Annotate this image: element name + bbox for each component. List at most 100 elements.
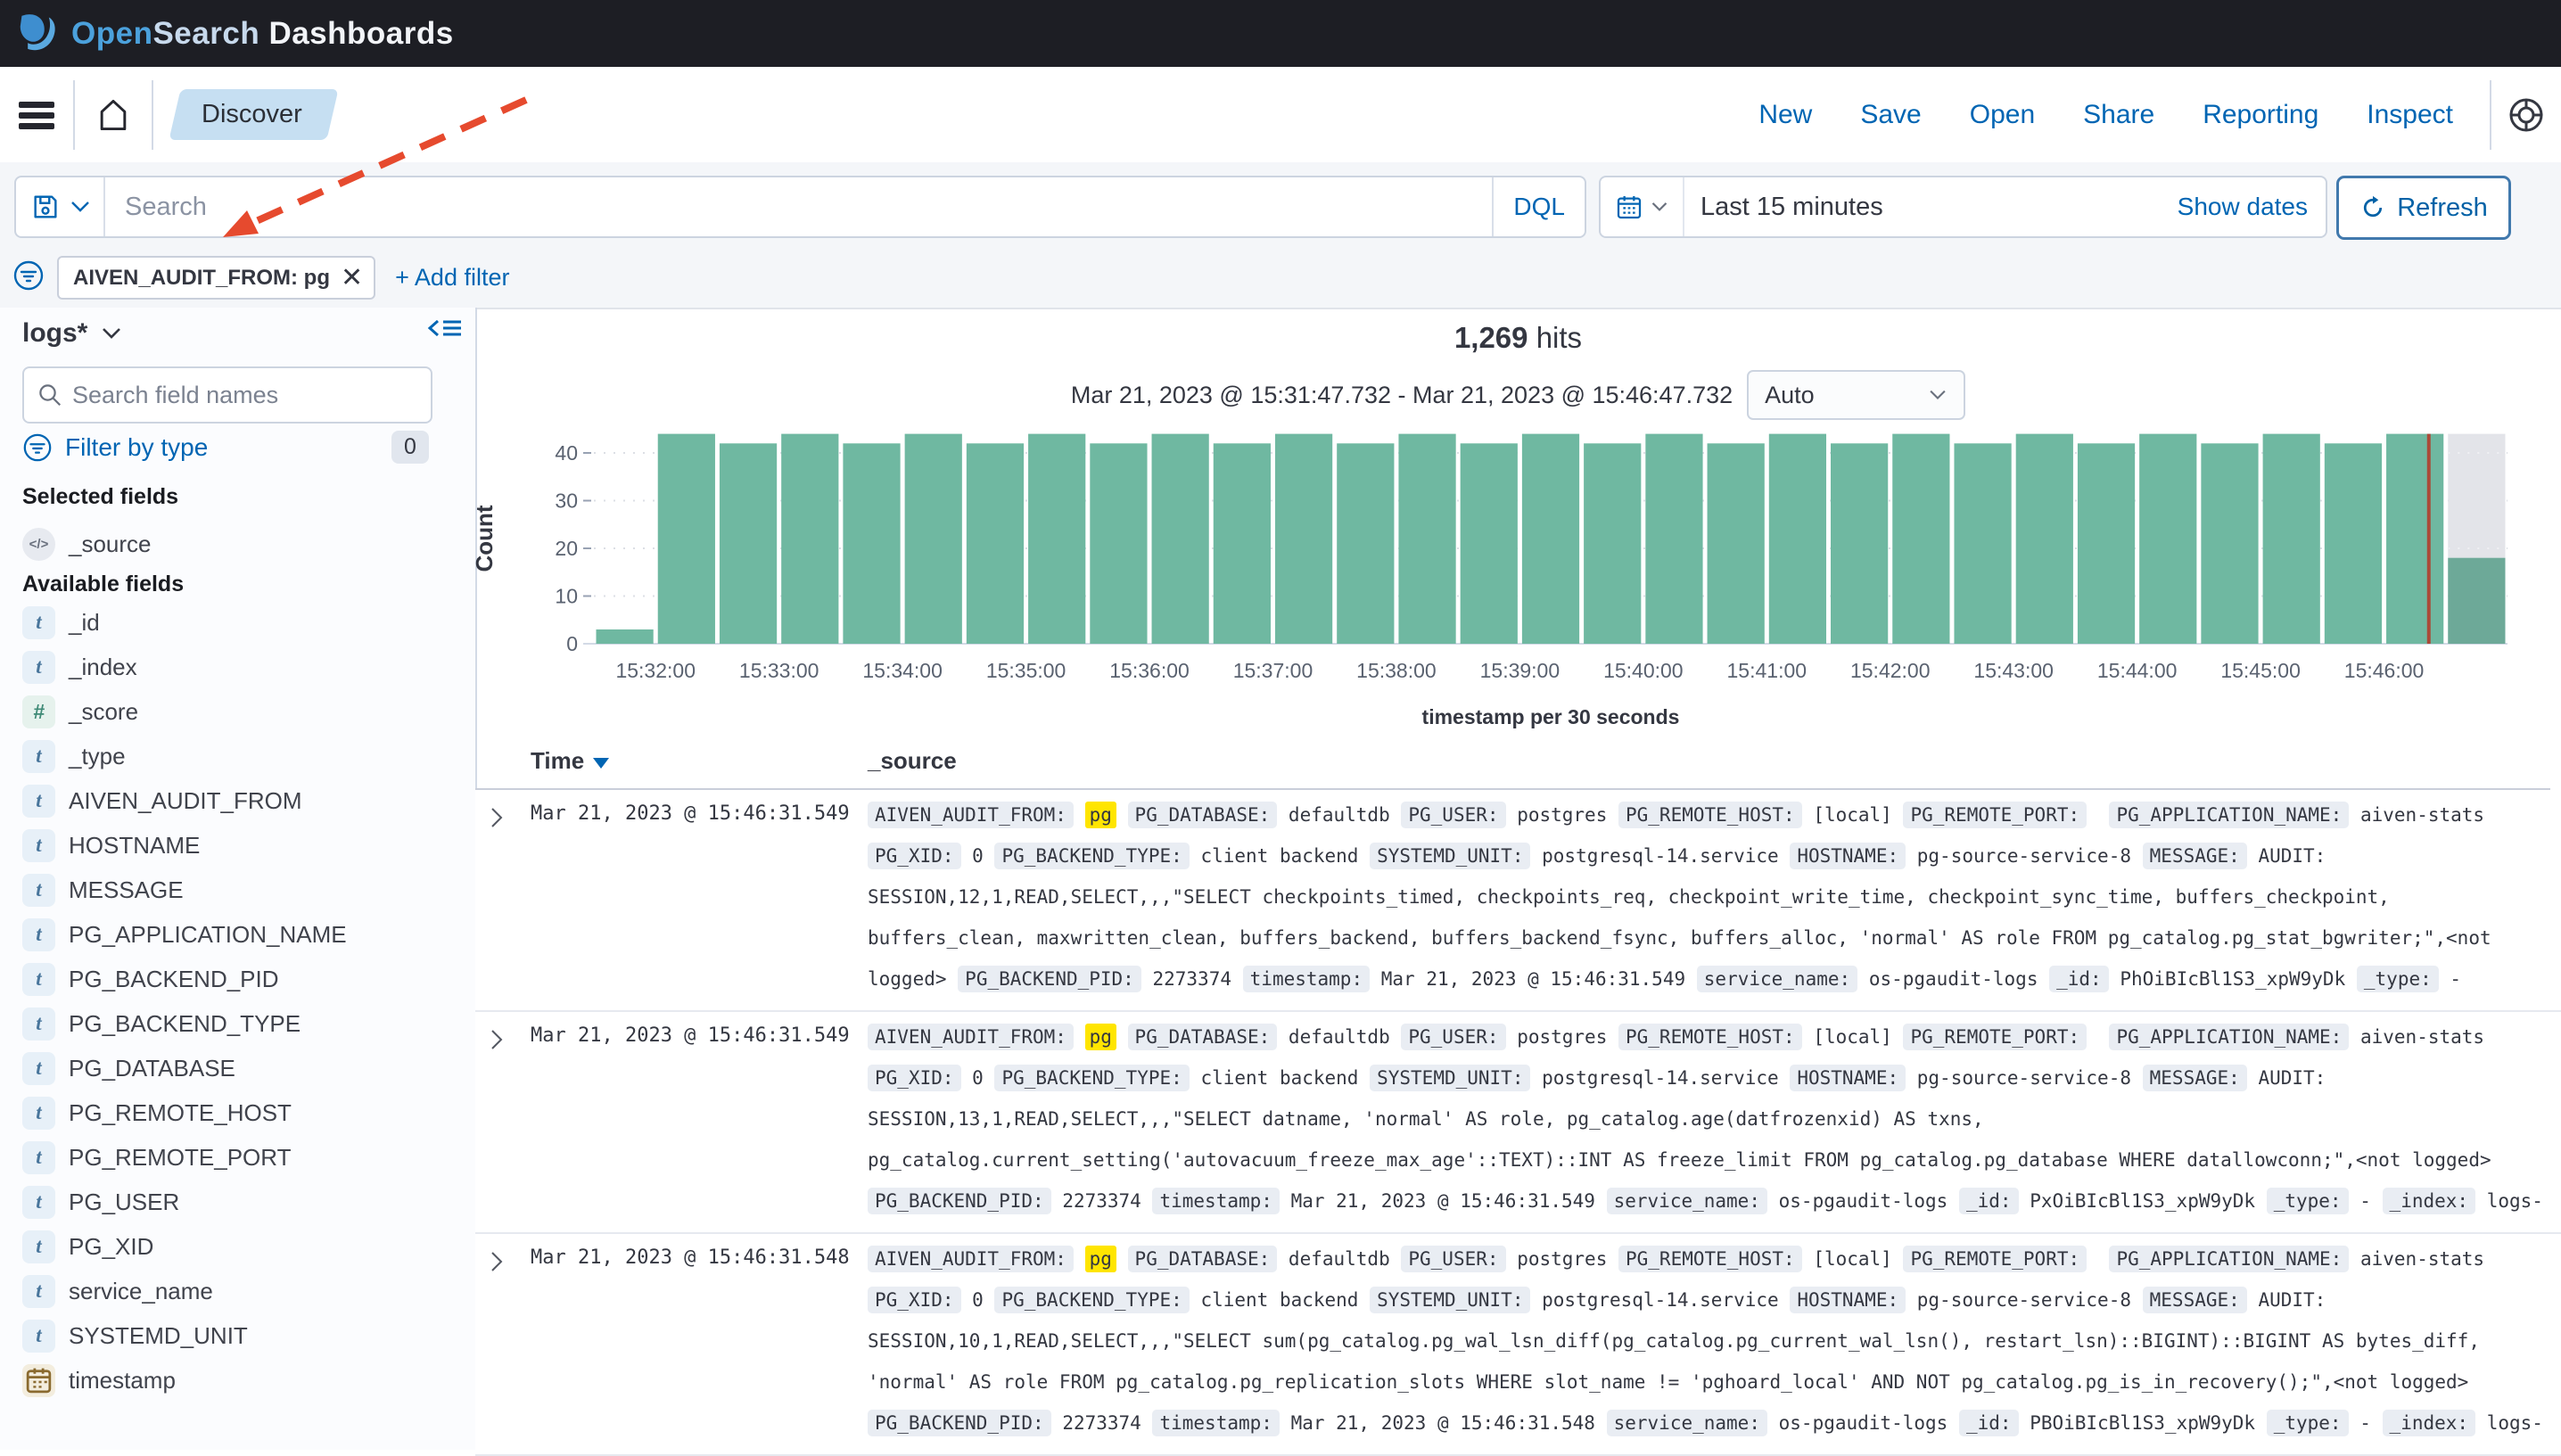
field-badge: PG_BACKEND_PID:: [868, 1410, 1051, 1436]
expand-row-icon[interactable]: [490, 1250, 504, 1278]
field-value: pg-source-service-8: [1917, 1067, 2131, 1089]
search-toolbar: DQL Last 15 minutes Show dates Refresh: [0, 162, 2561, 248]
add-filter-button[interactable]: + Add filter: [395, 264, 509, 292]
field-item-AIVEN_AUDIT_FROM[interactable]: tAIVEN_AUDIT_FROM: [0, 778, 475, 823]
field-badge: PG_APPLICATION_NAME:: [2109, 1024, 2349, 1050]
svg-text:30: 30: [555, 489, 578, 513]
nav-link-new[interactable]: New: [1758, 100, 1812, 130]
field-value: -: [2359, 1190, 2371, 1212]
histogram-bar: [2016, 434, 2073, 644]
field-name: PG_DATABASE: [69, 1055, 235, 1082]
histogram-bar: [2078, 443, 2135, 644]
field-badge: PG_BACKEND_PID:: [958, 966, 1141, 992]
nav-link-save[interactable]: Save: [1860, 100, 1921, 130]
filter-options-button[interactable]: [12, 259, 45, 296]
field-item-_score[interactable]: #_score: [0, 689, 475, 734]
show-dates-button[interactable]: Show dates: [2178, 193, 2308, 221]
table-row: Mar 21, 2023 @ 15:46:31.549AIVEN_AUDIT_F…: [475, 790, 2561, 1012]
field-name: _source: [69, 531, 152, 558]
svg-text:15:43:00: 15:43:00: [1973, 659, 2054, 682]
field-name: SYSTEMD_UNIT: [69, 1322, 248, 1350]
field-item-PG_BACKEND_PID[interactable]: tPG_BACKEND_PID: [0, 957, 475, 1001]
navbar: Discover New Save Open Share Reporting Inspec…: [0, 67, 2561, 164]
search-input[interactable]: [105, 193, 1492, 222]
interval-select[interactable]: Auto: [1747, 370, 1965, 420]
svg-text:15:36:00: 15:36:00: [1109, 659, 1190, 682]
field-item-_index[interactable]: t_index: [0, 645, 475, 689]
field-search-input[interactable]: [70, 381, 395, 410]
field-item-SYSTEMD_UNIT[interactable]: tSYSTEMD_UNIT: [0, 1313, 475, 1358]
help-button[interactable]: [2491, 96, 2561, 134]
dql-language-button[interactable]: DQL: [1494, 193, 1585, 221]
source-line: AIVEN_AUDIT_FROM: pg PG_DATABASE: defaul…: [868, 794, 2543, 835]
field-item-_id[interactable]: t_id: [0, 600, 475, 645]
string-field-icon: t: [22, 1230, 55, 1263]
histogram-bar: [2263, 434, 2320, 644]
string-field-icon: t: [22, 829, 55, 862]
field-item-PG_USER[interactable]: tPG_USER: [0, 1180, 475, 1224]
field-badge: MESSAGE:: [2143, 1065, 2247, 1091]
field-name: PG_BACKEND_PID: [69, 966, 279, 993]
svg-text:15:35:00: 15:35:00: [986, 659, 1066, 682]
field-search-box: [22, 366, 432, 424]
time-picker-calendar-button[interactable]: [1601, 177, 1684, 236]
field-item-MESSAGE[interactable]: tMESSAGE: [0, 868, 475, 912]
field-badge: timestamp:: [1152, 1410, 1279, 1436]
histogram-bar: [1769, 434, 1826, 644]
opensearch-logo-icon: [14, 10, 62, 58]
histogram-bar: [1584, 443, 1641, 644]
field-item-PG_REMOTE_HOST[interactable]: tPG_REMOTE_HOST: [0, 1090, 475, 1135]
source-line: buffers_clean, maxwritten_clean, buffers…: [868, 917, 2543, 958]
selected-fields-list: </>_source: [0, 522, 475, 566]
svg-text:15:32:00: 15:32:00: [615, 659, 696, 682]
nav-link-reporting[interactable]: Reporting: [2203, 100, 2318, 130]
collapse-sidebar-button[interactable]: [427, 313, 463, 348]
field-item-PG_XID[interactable]: t PG_XID: [0, 1224, 475, 1269]
source-line: SESSION,13,1,READ,SELECT,,,"SELECT datna…: [868, 1098, 2543, 1139]
expand-row-icon[interactable]: [490, 806, 504, 834]
field-name: PG_XID: [69, 1233, 153, 1261]
field-name: _id: [69, 609, 100, 637]
field-item-service_name[interactable]: tservice_name: [0, 1269, 475, 1313]
refresh-button[interactable]: Refresh: [2336, 176, 2511, 240]
svg-text:15:45:00: 15:45:00: [2220, 659, 2301, 682]
index-pattern-switcher[interactable]: logs*: [22, 318, 123, 349]
string-field-icon: t: [22, 1275, 55, 1308]
field-name: PG_BACKEND_TYPE: [69, 1010, 301, 1038]
field-item-_type[interactable]: t_type: [0, 734, 475, 778]
time-column-header[interactable]: Time: [531, 747, 609, 775]
remove-filter-icon[interactable]: ✕: [341, 265, 363, 292]
filter-pill[interactable]: AIVEN_AUDIT_FROM: pg ✕: [57, 256, 375, 300]
histogram-bar: [1461, 443, 1518, 644]
filter-by-type-button[interactable]: Filter by type 0: [22, 431, 429, 464]
field-item-PG_BACKEND_TYPE[interactable]: tPG_BACKEND_TYPE: [0, 1001, 475, 1046]
field-item-PG_APPLICATION_NAME[interactable]: tPG_APPLICATION_NAME: [0, 912, 475, 957]
field-item-HOSTNAME[interactable]: tHOSTNAME: [0, 823, 475, 868]
tab-discover[interactable]: Discover: [169, 89, 338, 140]
field-badge: PG_DATABASE:: [1128, 1024, 1278, 1050]
field-badge: _index:: [2383, 1410, 2476, 1436]
string-field-icon: t: [22, 918, 55, 951]
field-item-PG_DATABASE[interactable]: tPG_DATABASE: [0, 1046, 475, 1090]
menu-button[interactable]: [0, 67, 73, 162]
app-topbar: OpenSearch Dashboards: [0, 0, 2561, 67]
svg-text:15:40:00: 15:40:00: [1603, 659, 1684, 682]
field-badge: _id:: [2049, 966, 2109, 992]
field-item-_source[interactable]: </>_source: [0, 522, 475, 566]
field-value: aiven-stats: [2360, 1248, 2484, 1270]
search-icon: [37, 382, 63, 408]
field-item-timestamp[interactable]: timestamp: [0, 1358, 475, 1403]
field-item-PG_REMOTE_PORT[interactable]: tPG_REMOTE_PORT: [0, 1135, 475, 1180]
field-value: AUDIT:: [2258, 1289, 2326, 1311]
nav-link-inspect[interactable]: Inspect: [2367, 100, 2453, 130]
nav-link-open[interactable]: Open: [1970, 100, 2035, 130]
field-value: [local]: [1813, 1026, 1892, 1048]
saved-queries-button[interactable]: [16, 177, 103, 236]
nav-link-share[interactable]: Share: [2083, 100, 2154, 130]
field-badge: timestamp:: [1152, 1188, 1279, 1214]
time-range-value[interactable]: Last 15 minutes: [1700, 193, 1883, 222]
field-value: client backend: [1200, 845, 1358, 867]
field-value: 2273374: [1062, 1412, 1141, 1434]
expand-row-icon[interactable]: [490, 1028, 504, 1056]
home-button[interactable]: [75, 67, 152, 162]
